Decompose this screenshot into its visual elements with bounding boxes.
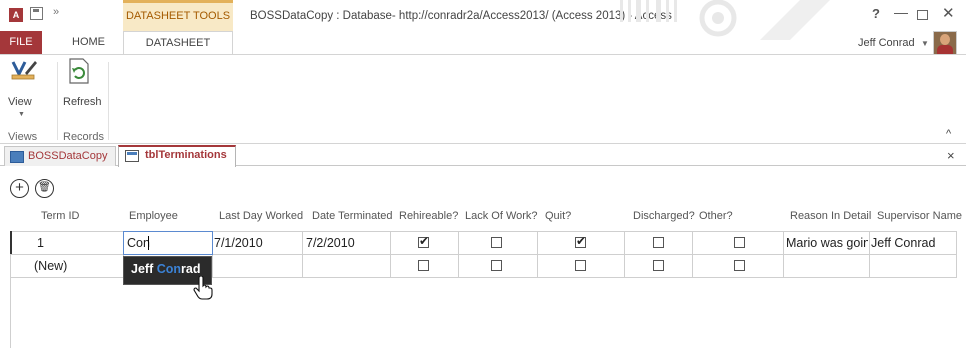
checkbox-quit[interactable]	[575, 234, 586, 248]
ribbon-panel	[0, 54, 966, 144]
qat-more-icon[interactable]: »	[53, 6, 59, 18]
doc-tab-label: BOSSDataCopy	[28, 150, 108, 162]
chevron-down-icon[interactable]: ▼	[18, 111, 25, 118]
column-header-quit[interactable]: Quit?	[545, 210, 571, 222]
save-icon[interactable]	[30, 7, 43, 20]
grid-divider	[692, 231, 693, 278]
autocomplete-option[interactable]: Jeff Conrad	[131, 262, 200, 276]
cell-term-id[interactable]: 1	[37, 236, 44, 250]
grid-divider	[624, 231, 625, 278]
close-window-button[interactable]: ✕	[942, 4, 955, 22]
column-header-term-id[interactable]: Term ID	[41, 210, 80, 222]
column-header-reason-in-detail[interactable]: Reason In Detail	[790, 210, 871, 222]
doc-tab-label: tblTerminations	[145, 149, 227, 161]
column-header-supervisor-name[interactable]: Supervisor Name	[877, 210, 962, 222]
maximize-button[interactable]	[917, 10, 928, 20]
current-record-indicator	[10, 231, 12, 254]
column-header-discharged[interactable]: Discharged?	[633, 210, 695, 222]
tab-datasheet[interactable]: DATASHEET	[123, 31, 233, 55]
column-header-lack-of-work[interactable]: Lack Of Work?	[465, 210, 538, 222]
checkbox-discharged[interactable]	[653, 237, 664, 248]
column-header-date-terminated[interactable]: Date Terminated	[312, 210, 393, 222]
checkbox-lack-of-work[interactable]	[491, 237, 502, 248]
cell-supervisor-name[interactable]: Jeff Conrad	[871, 236, 935, 250]
grid-divider	[458, 231, 459, 278]
collapse-ribbon-icon[interactable]: ^	[946, 128, 951, 140]
checkbox-other[interactable]	[734, 260, 745, 271]
refresh-button-label: Refresh	[63, 96, 102, 108]
user-account-name[interactable]: Jeff Conrad	[858, 37, 915, 49]
cell-last-day-worked[interactable]: 7/1/2010	[214, 236, 263, 250]
checkbox-rehireable[interactable]	[418, 260, 429, 271]
database-icon	[10, 151, 24, 163]
checkbox-discharged[interactable]	[653, 260, 664, 271]
cell-term-id-new[interactable]: (New)	[34, 259, 67, 273]
close-document-icon[interactable]: ×	[947, 148, 955, 163]
column-header-employee[interactable]: Employee	[129, 210, 178, 222]
checkbox-other[interactable]	[734, 237, 745, 248]
autocomplete-suffix: rad	[181, 262, 201, 276]
table-icon	[125, 150, 139, 162]
grid-divider	[956, 231, 957, 278]
chevron-down-icon[interactable]: ▼	[921, 39, 929, 48]
view-design-icon	[11, 61, 37, 80]
autocomplete-match: Con	[156, 262, 182, 276]
checkbox-quit[interactable]	[575, 260, 586, 271]
group-label-records: Records	[63, 131, 104, 143]
cell-employee[interactable]: Con	[127, 236, 150, 250]
grid-divider	[302, 231, 303, 278]
grid-divider	[537, 231, 538, 278]
minimize-button[interactable]: —	[894, 4, 908, 20]
column-header-last-day-worked[interactable]: Last Day Worked	[219, 210, 303, 222]
grid-divider	[869, 231, 870, 278]
text-caret	[148, 236, 149, 250]
autocomplete-prefix: Jeff	[131, 262, 157, 276]
tab-file[interactable]: FILE	[0, 31, 42, 54]
tab-home[interactable]: HOME	[72, 36, 105, 48]
group-divider	[108, 62, 109, 140]
help-button[interactable]: ?	[872, 6, 880, 21]
add-icon[interactable]: +	[10, 179, 29, 198]
checkbox-lack-of-work[interactable]	[491, 260, 502, 271]
cell-reason-in-detail[interactable]: Mario was goin	[786, 236, 868, 250]
access-app-icon[interactable]: A	[9, 8, 23, 22]
delete-icon[interactable]: 🗑	[35, 179, 54, 198]
column-header-other[interactable]: Other?	[699, 210, 733, 222]
hand-cursor-icon	[193, 276, 213, 300]
checkbox-rehireable[interactable]	[418, 234, 429, 248]
avatar[interactable]	[933, 31, 957, 55]
grid-divider	[390, 231, 391, 278]
view-button-label: View	[8, 96, 32, 108]
group-label-views: Views	[8, 131, 38, 143]
group-divider	[57, 62, 58, 140]
title-decoration	[620, 0, 830, 40]
cell-date-terminated[interactable]: 7/2/2010	[306, 236, 355, 250]
datasheet-tools-label: DATASHEET TOOLS	[125, 10, 231, 22]
grid-divider	[783, 231, 784, 278]
column-header-rehireable[interactable]: Rehireable?	[399, 210, 458, 222]
refresh-icon	[69, 58, 89, 84]
